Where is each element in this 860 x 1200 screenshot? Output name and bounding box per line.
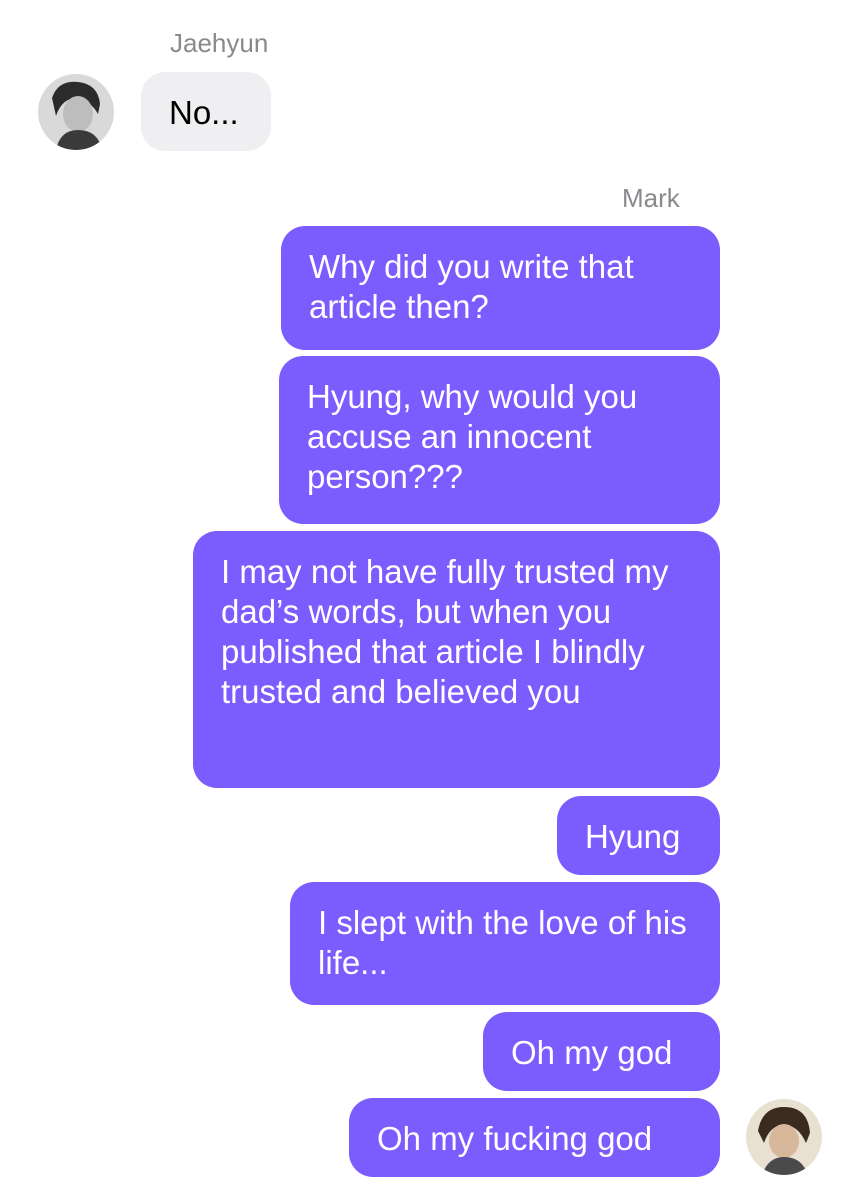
message-bubble-outgoing: Hyung <box>557 796 720 875</box>
mark-avatar[interactable] <box>746 1099 822 1175</box>
profile-photo-icon <box>38 74 114 150</box>
sender-name-mark: Mark <box>622 183 680 213</box>
message-bubble-outgoing: Why did you write that article then? <box>281 226 720 350</box>
message-bubble-outgoing: Oh my fucking god <box>349 1098 720 1177</box>
message-bubble-outgoing: Hyung, why would you accuse an innocent … <box>279 356 720 524</box>
profile-photo-icon <box>746 1099 822 1175</box>
sender-name-jaehyun: Jaehyun <box>170 28 269 58</box>
jaehyun-avatar[interactable] <box>38 74 114 150</box>
message-bubble-outgoing: Oh my god <box>483 1012 720 1091</box>
message-bubble-outgoing: I may not have fully trusted my dad’s wo… <box>193 531 720 788</box>
message-bubble-incoming: No... <box>141 72 271 151</box>
message-bubble-outgoing: I slept with the love of his life... <box>290 882 720 1005</box>
